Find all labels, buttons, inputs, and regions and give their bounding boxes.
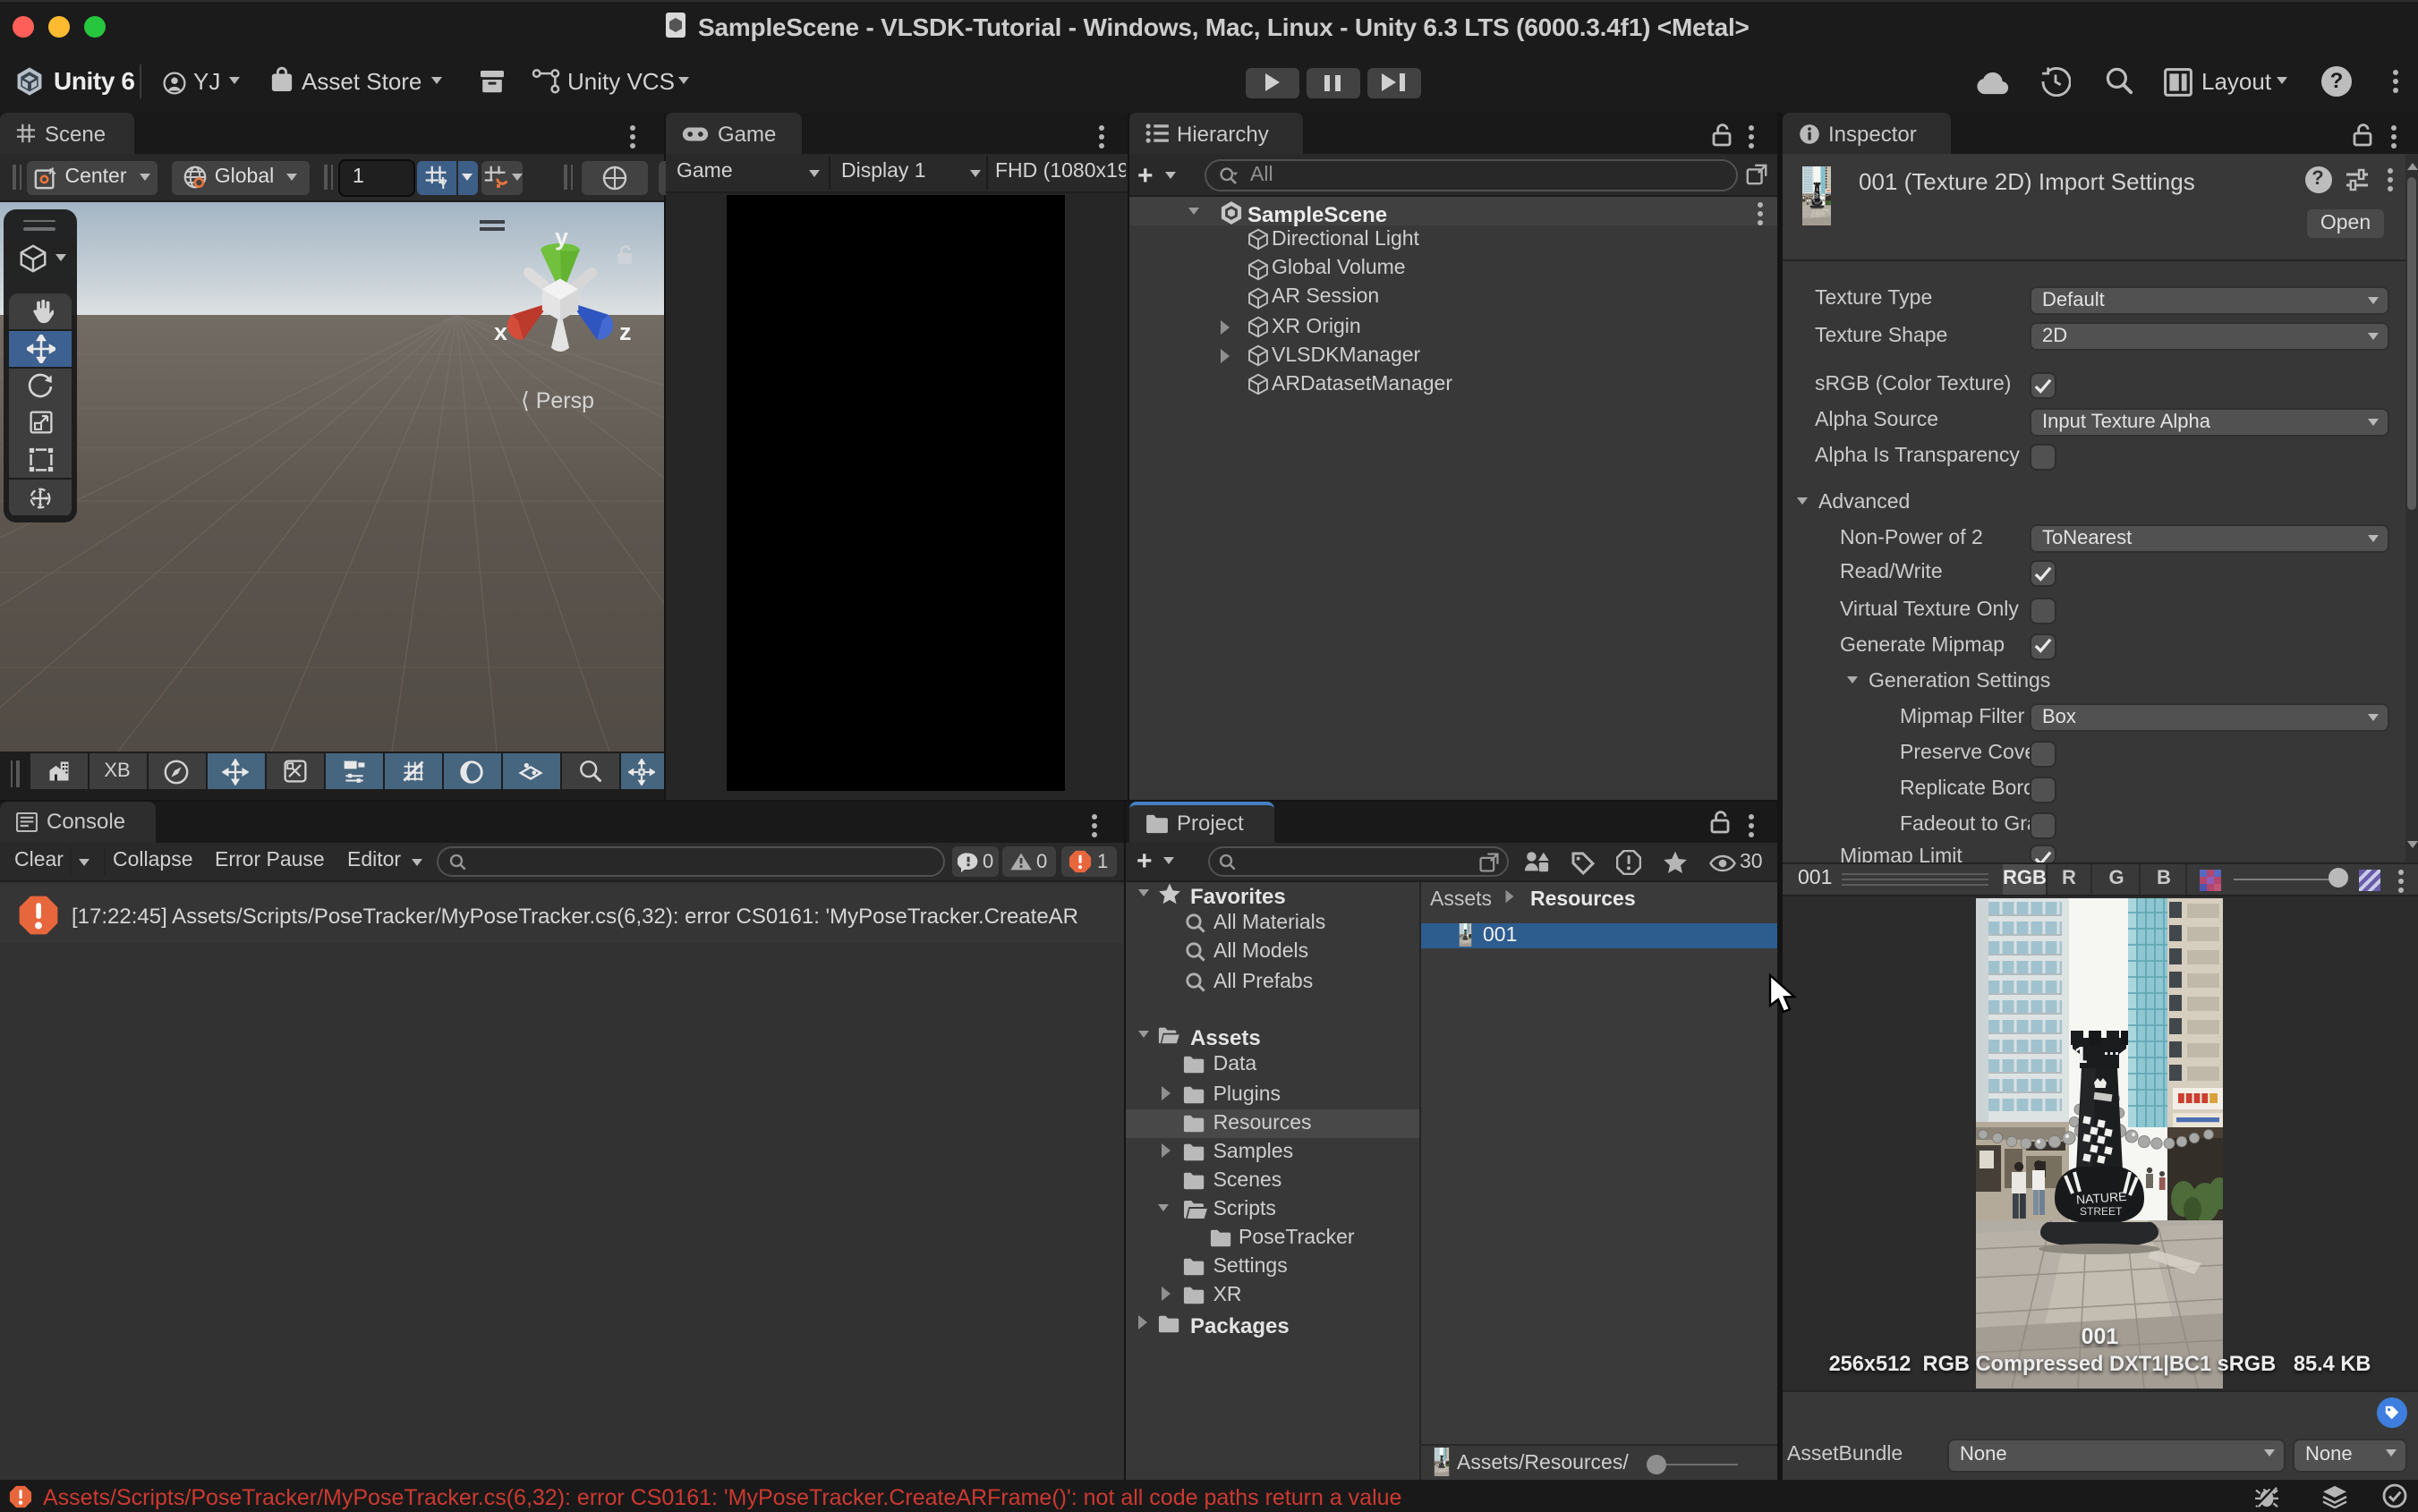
svg-text:z: z (619, 318, 632, 344)
svg-text:x: x (494, 318, 507, 344)
svg-text:y: y (555, 223, 568, 250)
